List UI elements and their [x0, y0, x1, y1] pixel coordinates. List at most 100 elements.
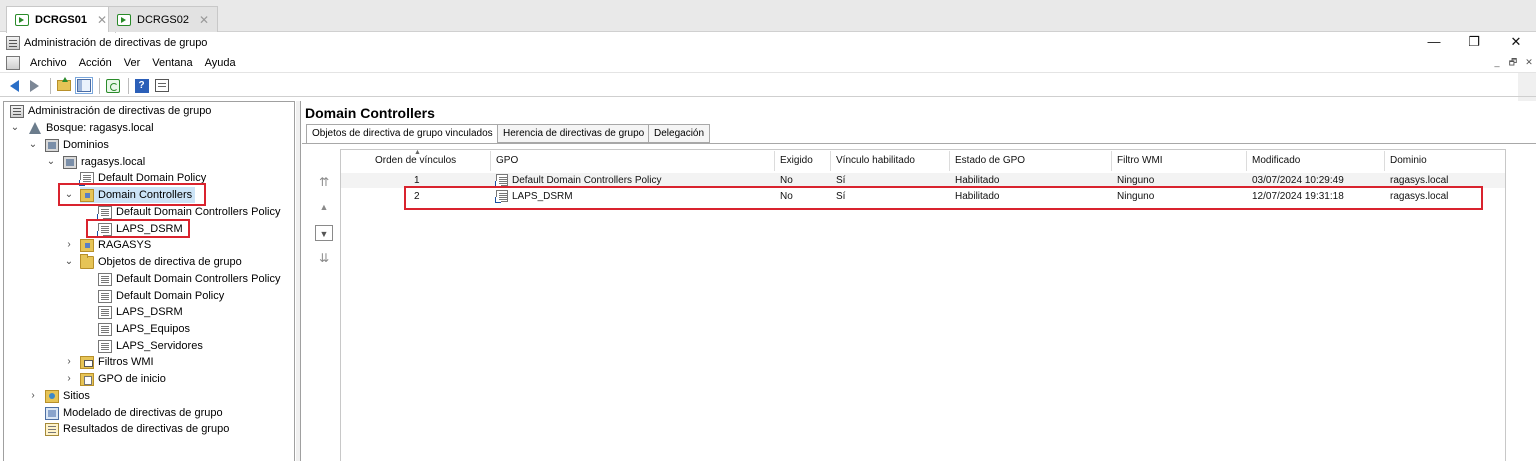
tree-gpo-item[interactable]: Default Domain Policy [98, 288, 224, 304]
properties-icon [154, 79, 169, 92]
gpmc-app-icon [6, 36, 20, 50]
chevron-right-icon[interactable]: › [64, 237, 74, 253]
tree-wmi-filters[interactable]: Filtros WMI [80, 354, 154, 370]
gpo-link-icon [79, 171, 94, 186]
restore-button[interactable]: ❐ [1454, 33, 1494, 53]
gpo-link-icon [97, 222, 112, 237]
vm-tab-label: DCRGS02 [137, 13, 189, 26]
refresh-button[interactable] [104, 77, 121, 94]
mmc-menu-icon[interactable] [6, 55, 20, 70]
tree-starter-gpos[interactable]: GPO de inicio [80, 371, 166, 387]
menu-ventana[interactable]: Ventana [146, 57, 198, 69]
gpmc-console-icon [10, 104, 24, 118]
tree-label: Filtros WMI [98, 356, 154, 368]
tree-gpo-item[interactable]: LAPS_DSRM [98, 304, 183, 320]
tree-root[interactable]: Administración de directivas de grupo [10, 103, 211, 119]
cell-link-enabled: Sí [836, 175, 846, 186]
chevron-down-icon[interactable]: ⌄ [64, 187, 74, 203]
gpo-icon [98, 305, 112, 319]
column-header-wmi-filter[interactable]: Filtro WMI [1112, 151, 1163, 171]
chevron-right-icon[interactable]: › [64, 354, 74, 370]
tab-linked-gpos[interactable]: Objetos de directiva de grupo vinculados [306, 124, 499, 144]
tree-forest[interactable]: Bosque: ragasys.local [28, 120, 154, 136]
tree-domains[interactable]: Dominios [45, 137, 109, 153]
tree-gpo-item[interactable]: LAPS_Equipos [98, 321, 190, 337]
gpo-link-icon [97, 205, 112, 220]
toolbar-separator [99, 77, 100, 94]
tree-domain-controllers[interactable]: Domain Controllers [80, 187, 196, 203]
tree-gpo-item[interactable]: Default Domain Controllers Policy [98, 271, 280, 287]
tree-modeling[interactable]: Modelado de directivas de grupo [45, 405, 223, 421]
domain-icon [63, 155, 77, 169]
tree-laps-dsrm-link[interactable]: LAPS_DSRM [97, 221, 183, 237]
move-to-bottom-button[interactable]: ⇊ [315, 250, 333, 266]
forward-button[interactable] [26, 77, 43, 94]
tree-label: Resultados de directivas de grupo [63, 423, 230, 435]
vm-console-icon [15, 14, 29, 26]
tree-gpo-item[interactable]: LAPS_Servidores [98, 338, 203, 354]
back-icon [10, 79, 19, 92]
close-button[interactable]: ✕ [1496, 33, 1536, 53]
modeling-icon [45, 406, 59, 420]
chevron-right-icon[interactable]: › [64, 371, 74, 387]
column-header-link-enabled[interactable]: Vínculo habilitado [831, 151, 915, 171]
help-button[interactable]: ? [133, 77, 150, 94]
close-icon[interactable]: ✕ [97, 13, 107, 27]
back-button[interactable] [6, 77, 23, 94]
chevron-down-icon[interactable]: ⌄ [46, 154, 56, 170]
menu-ver[interactable]: Ver [118, 57, 147, 69]
gpo-link-icon [495, 174, 508, 187]
chevron-down-icon[interactable]: ⌄ [28, 137, 38, 153]
column-header-order[interactable]: Orden de vínculos [370, 151, 456, 171]
properties-button[interactable] [153, 77, 170, 94]
vm-tab-dcrgs02[interactable]: DCRGS02 ✕ [108, 6, 219, 32]
tab-inheritance[interactable]: Herencia de directivas de grupo [497, 124, 651, 143]
column-header-domain[interactable]: Dominio [1385, 151, 1427, 171]
mdi-close-button[interactable]: ✕ [1522, 55, 1536, 69]
title-bar: Administración de directivas de grupo — … [0, 33, 1536, 53]
show-hide-tree-button[interactable] [74, 77, 93, 94]
menu-ayuda[interactable]: Ayuda [199, 57, 242, 69]
menu-accion[interactable]: Acción [73, 57, 118, 69]
tree-domain-ragasys[interactable]: ragasys.local [63, 154, 145, 170]
tree-sites[interactable]: Sitios [45, 388, 90, 404]
mdi-minimize-button[interactable]: _ [1490, 55, 1504, 69]
tree-label: Default Domain Policy [116, 290, 225, 302]
tree-label: Objetos de directiva de grupo [98, 256, 242, 268]
tree-gpo-objects[interactable]: Objetos de directiva de grupo [80, 253, 242, 270]
minimize-button[interactable]: — [1414, 33, 1454, 53]
column-header-modified[interactable]: Modificado [1247, 151, 1300, 171]
tree-default-domain-policy-link[interactable]: Default Domain Policy [79, 170, 207, 186]
close-icon[interactable]: ✕ [199, 13, 209, 27]
toolbar-separator [50, 77, 51, 94]
show-hide-tree-icon [74, 77, 93, 94]
tree-label: LAPS_DSRM [116, 306, 183, 318]
cell-link-enabled: Sí [836, 191, 846, 202]
move-up-button[interactable]: ▲ [315, 199, 333, 215]
tree-ou-ragasys[interactable]: RAGASYS [80, 237, 151, 253]
vm-tab-dcrgs01[interactable]: DCRGS01 ✕ [6, 6, 117, 33]
column-header-enforced[interactable]: Exigido [775, 151, 813, 171]
tree-label: Default Domain Policy [98, 172, 207, 184]
cell-gpo: Default Domain Controllers Policy [512, 175, 662, 186]
tree-label: Default Domain Controllers Policy [116, 273, 281, 285]
tab-delegation[interactable]: Delegación [648, 124, 711, 143]
gpo-icon [98, 272, 112, 286]
column-header-gpo-status[interactable]: Estado de GPO [950, 151, 1025, 171]
menu-archivo[interactable]: Archivo [24, 57, 73, 69]
chevron-down-icon[interactable]: ⌄ [64, 254, 74, 270]
toolbar-separator [128, 77, 129, 94]
up-folder-button[interactable] [55, 77, 72, 94]
mdi-restore-button[interactable]: 🗗 [1506, 55, 1520, 69]
move-down-button[interactable]: ▼ [315, 225, 333, 241]
tree-results[interactable]: Resultados de directivas de grupo [45, 421, 229, 437]
tree-label: RAGASYS [98, 239, 152, 251]
chevron-right-icon[interactable]: › [28, 388, 38, 404]
gpo-icon [98, 322, 112, 336]
tree-dc-policy-link[interactable]: Default Domain Controllers Policy [97, 204, 280, 220]
chevron-down-icon[interactable]: ⌄ [10, 120, 20, 136]
column-header-gpo[interactable]: GPO [491, 151, 518, 171]
domains-icon [45, 138, 59, 152]
vm-tab-label: DCRGS01 [35, 14, 87, 26]
move-to-top-button[interactable]: ⇈ [315, 174, 333, 190]
